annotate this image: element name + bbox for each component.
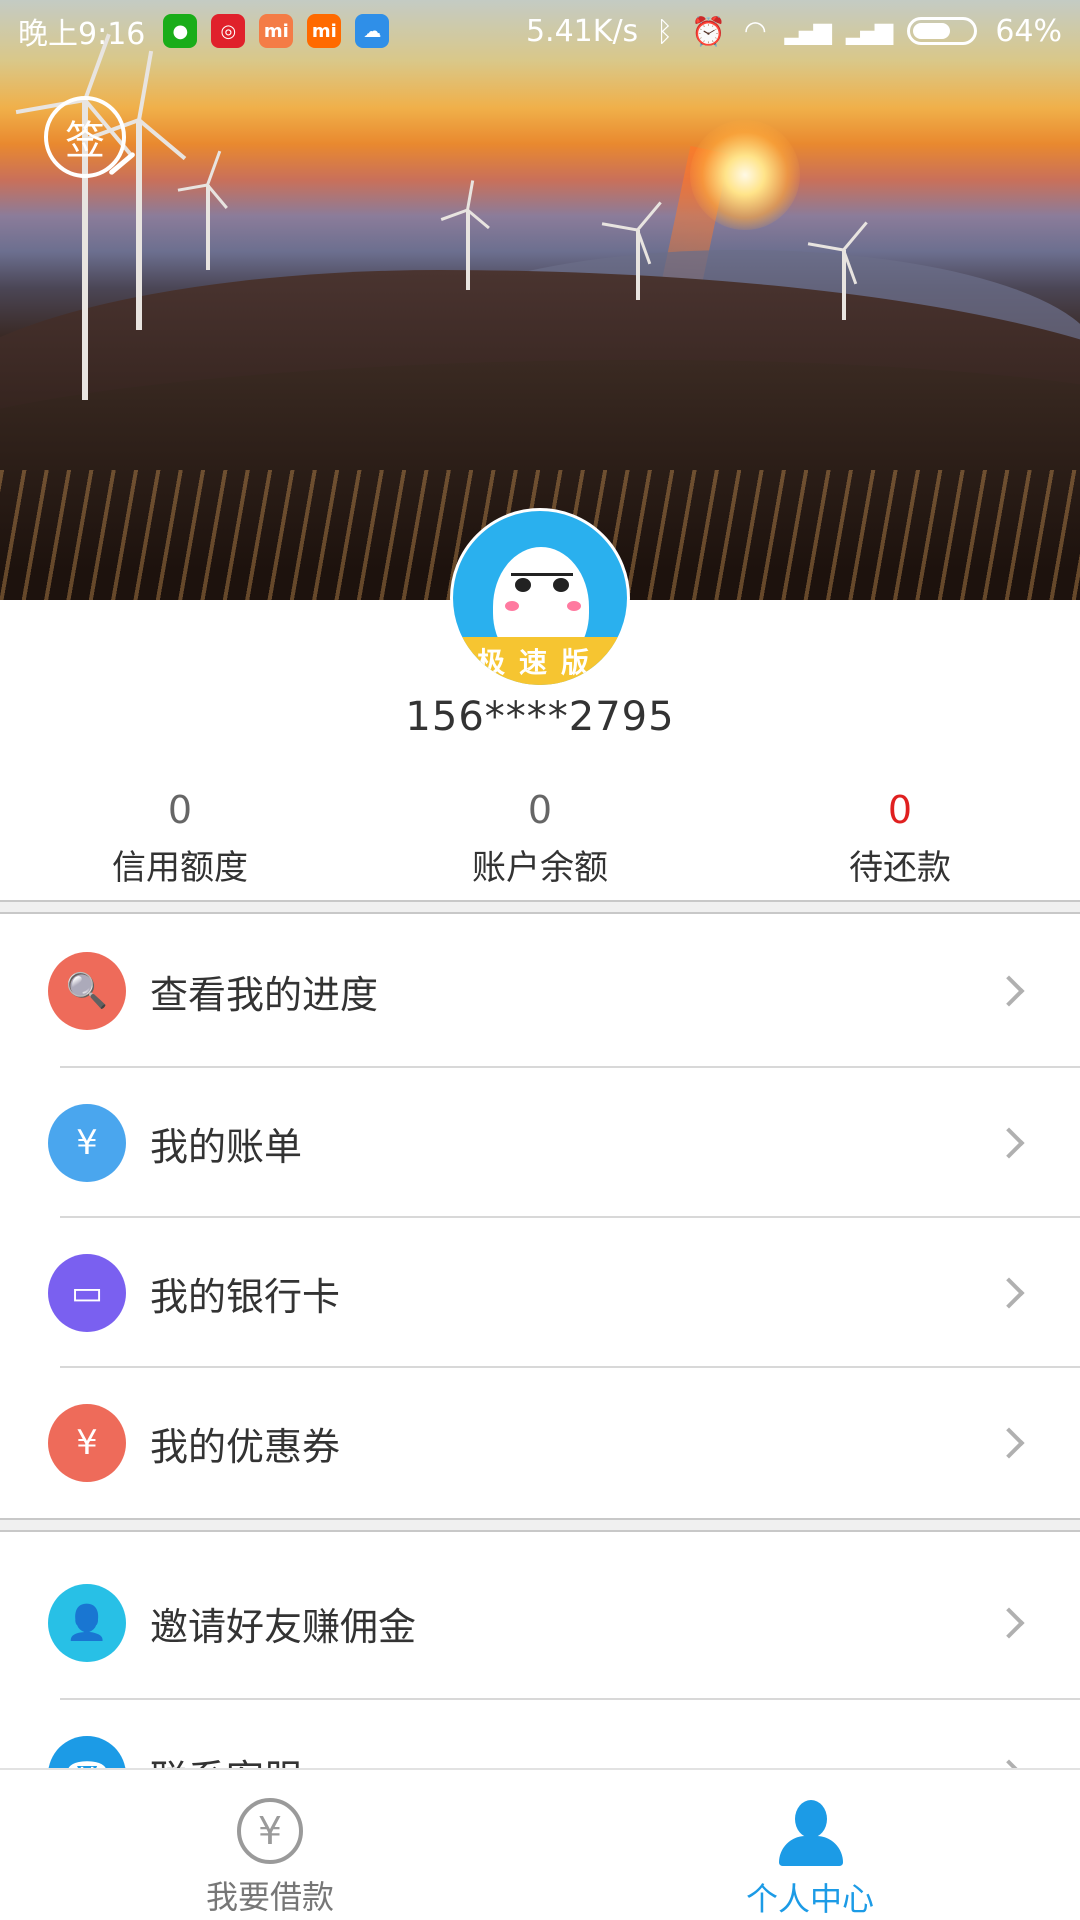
sunglasses-icon (511, 573, 573, 592)
nav-borrow[interactable]: ¥ 我要借款 (0, 1770, 540, 1920)
cloud-icon: ☁ (355, 14, 390, 48)
stat-pending-repayment[interactable]: 0 待还款 (720, 786, 1080, 896)
chevron-right-icon (993, 1277, 1025, 1309)
menu-item-invite[interactable]: 👤 邀请好友赚佣金 (0, 1548, 1080, 1698)
bluetooth-icon: ᛒ (656, 14, 673, 48)
wechat-icon: ● (163, 14, 198, 48)
menu-item-bank-card[interactable]: ▭ 我的银行卡 (0, 1218, 1080, 1368)
signal-icon: ▂▄▆ (784, 17, 832, 45)
stat-label: 信用额度 (112, 848, 248, 888)
netease-music-icon: ◎ (211, 14, 246, 48)
status-time: 晚上9:16 (18, 17, 146, 52)
bottom-nav: ¥ 我要借款 个人中心 (0, 1768, 1080, 1920)
alarm-icon: ⏰ (691, 14, 726, 48)
stat-label: 账户余额 (472, 848, 608, 888)
menu-item-label: 我的银行卡 (150, 1274, 341, 1319)
invite-friends-icon: 👤 (48, 1584, 126, 1662)
stat-label: 待还款 (849, 848, 951, 888)
stat-value: 0 (887, 788, 913, 832)
stat-value: 0 (167, 788, 193, 832)
bank-card-icon: ▭ (48, 1254, 126, 1332)
battery-icon (907, 17, 978, 45)
stat-account-balance[interactable]: 0 账户余额 (360, 786, 720, 896)
status-bar: 晚上9:16 ● ◎ mi mi ☁ 5.41K/s ᛒ ⏰ ◠ ▂▄▆ ▂▄▆ 64% (0, 0, 1080, 62)
account-stats: 0 信用额度 0 账户余额 0 待还款 (0, 786, 1080, 896)
menu-item-label: 查看我的进度 (150, 972, 379, 1017)
signal-icon: ▂▄▆ (845, 17, 893, 45)
person-icon (775, 1798, 845, 1866)
chevron-right-icon (993, 1607, 1025, 1639)
sign-in-label: 签 (65, 118, 105, 164)
menu-item-label: 我的账单 (150, 1124, 303, 1169)
menu-item-progress[interactable]: 🔍 查看我的进度 (0, 916, 1080, 1066)
chevron-right-icon (993, 975, 1025, 1007)
sign-in-button[interactable]: 签 (44, 96, 136, 178)
section-separator (0, 1518, 1080, 1532)
bill-icon: ¥ (48, 1104, 126, 1182)
stat-credit-limit[interactable]: 0 信用额度 (0, 786, 360, 896)
progress-search-icon: 🔍 (48, 952, 126, 1030)
yen-icon: ¥ (237, 1798, 303, 1864)
coupon-icon: ¥ (48, 1404, 126, 1482)
section-separator (0, 900, 1080, 914)
menu-item-label: 邀请好友赚佣金 (150, 1604, 417, 1649)
chevron-right-icon (993, 1427, 1025, 1459)
avatar[interactable]: 极速版 (450, 508, 630, 688)
stat-value: 0 (527, 788, 553, 832)
network-speed: 5.41K/s (525, 13, 639, 49)
user-phone: 156****2795 (405, 694, 675, 740)
avatar-ribbon: 极速版 (453, 637, 627, 685)
nav-label: 个人中心 (745, 1880, 874, 1918)
battery-percent: 64% (995, 13, 1062, 49)
sun (690, 120, 800, 230)
menu-item-coupons[interactable]: ¥ 我的优惠券 (0, 1368, 1080, 1518)
wifi-icon: ◠ (743, 16, 767, 46)
menu-item-label: 我的优惠券 (150, 1424, 341, 1469)
cheek (505, 601, 519, 611)
nav-profile[interactable]: 个人中心 (540, 1770, 1080, 1920)
menu-item-bills[interactable]: ¥ 我的账单 (0, 1068, 1080, 1218)
notification-icons: ● ◎ mi mi ☁ (163, 14, 403, 48)
chevron-right-icon (993, 1127, 1025, 1159)
mi-app-icon: mi (307, 14, 342, 48)
mi-store-icon: mi (259, 14, 294, 48)
nav-label: 我要借款 (205, 1878, 334, 1916)
cheek (567, 601, 581, 611)
